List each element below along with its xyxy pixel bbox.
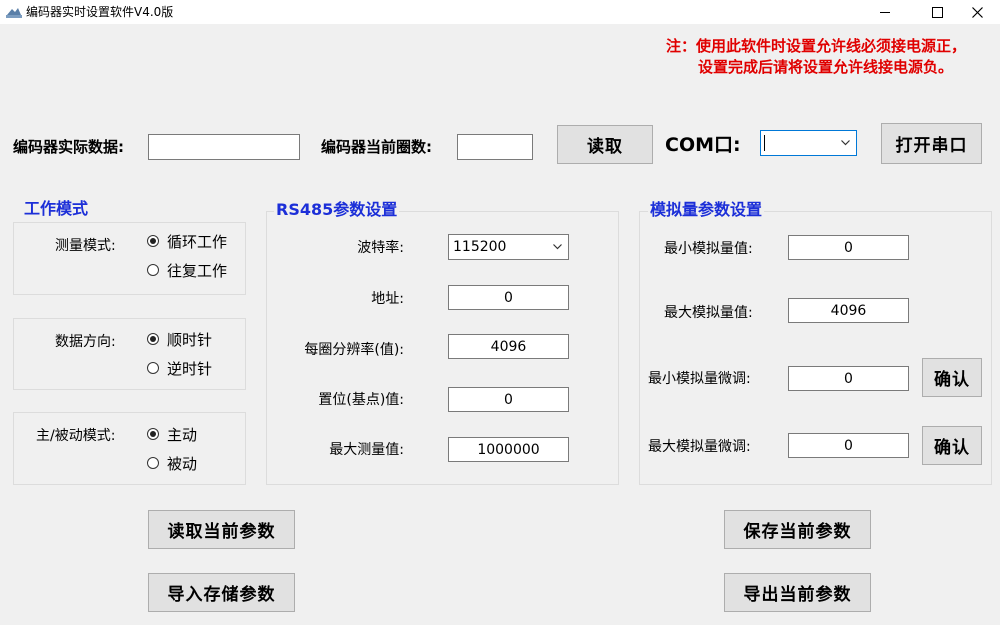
close-button[interactable] xyxy=(954,0,1000,24)
radio-counterclockwise-label: 逆时针 xyxy=(167,360,213,378)
open-port-button[interactable]: 打开串口 xyxy=(881,123,982,164)
chevron-down-icon xyxy=(841,140,850,146)
max-trim-confirm-button[interactable]: 确认 xyxy=(922,426,982,465)
circle-count-input[interactable] xyxy=(457,134,533,160)
max-trim-input[interactable]: 0 xyxy=(788,433,909,458)
radio-clockwise-label: 顺时针 xyxy=(167,331,213,349)
read-params-button[interactable]: 读取当前参数 xyxy=(148,510,295,549)
radio-indicator xyxy=(147,457,159,469)
max-analog-label: 最大模拟量值: xyxy=(664,305,753,321)
min-analog-label: 最小模拟量值: xyxy=(664,241,753,257)
actual-data-label: 编码器实际数据: xyxy=(13,138,124,156)
reset-value-input[interactable]: 0 xyxy=(448,387,569,412)
min-trim-label: 最小模拟量微调: xyxy=(648,371,751,387)
notice-line-2: 设置完成后请将设置允许线接电源负。 xyxy=(698,58,954,76)
max-measure-label: 最大测量值: xyxy=(329,442,404,458)
notice-line-1: 注：使用此软件时设置允许线必须接电源正， xyxy=(666,37,967,55)
baud-label: 波特率: xyxy=(357,240,404,256)
radio-indicator xyxy=(147,333,159,345)
minimize-icon xyxy=(880,11,890,13)
reset-value-label: 置位(基点)值: xyxy=(318,392,404,408)
address-input[interactable]: 0 xyxy=(448,285,569,310)
direction-box xyxy=(13,318,246,390)
export-params-button[interactable]: 导出当前参数 xyxy=(724,573,871,612)
max-trim-label: 最大模拟量微调: xyxy=(648,439,751,455)
maximize-icon xyxy=(931,6,943,18)
read-button[interactable]: 读取 xyxy=(557,125,653,164)
radio-reciprocating-label: 往复工作 xyxy=(167,262,228,280)
chevron-down-icon xyxy=(553,244,562,250)
active-mode-label: 主/被动模式: xyxy=(36,428,116,444)
window-title: 编码器实时设置软件V4.0版 xyxy=(26,5,174,19)
save-params-button[interactable]: 保存当前参数 xyxy=(724,510,871,549)
rs485-title: RS485参数设置 xyxy=(274,200,400,219)
radio-indicator xyxy=(147,235,159,247)
baud-select[interactable]: 115200 xyxy=(448,234,569,260)
radio-cyclic-label: 循环工作 xyxy=(167,233,228,251)
circle-count-label: 编码器当前圈数: xyxy=(321,138,432,156)
import-params-button[interactable]: 导入存储参数 xyxy=(148,573,295,612)
resolution-label: 每圈分辨率(值): xyxy=(304,342,404,358)
max-measure-input[interactable]: 1000000 xyxy=(448,437,569,462)
min-analog-input[interactable]: 0 xyxy=(788,235,909,260)
radio-passive-label: 被动 xyxy=(167,455,198,473)
close-icon xyxy=(971,6,983,18)
minimize-button[interactable] xyxy=(862,0,908,24)
measure-mode-label: 测量模式: xyxy=(55,238,116,254)
baud-value: 115200 xyxy=(453,239,507,255)
title-bar[interactable]: 编码器实时设置软件V4.0版 xyxy=(0,0,1000,24)
address-label: 地址: xyxy=(371,291,404,307)
active-mode-box xyxy=(13,412,246,485)
direction-label: 数据方向: xyxy=(55,334,116,350)
radio-indicator xyxy=(147,264,159,276)
analog-title: 模拟量参数设置 xyxy=(648,200,765,219)
actual-data-input[interactable] xyxy=(148,134,300,160)
max-analog-input[interactable]: 4096 xyxy=(788,298,909,323)
work-mode-title: 工作模式 xyxy=(22,199,91,218)
radio-active-label: 主动 xyxy=(167,426,198,444)
app-icon xyxy=(6,8,22,18)
radio-indicator xyxy=(147,362,159,374)
text-cursor xyxy=(764,135,765,151)
com-port-select[interactable] xyxy=(760,130,857,156)
min-trim-input[interactable]: 0 xyxy=(788,366,909,391)
resolution-input[interactable]: 4096 xyxy=(448,334,569,359)
radio-indicator xyxy=(147,428,159,440)
min-trim-confirm-button[interactable]: 确认 xyxy=(922,358,982,397)
com-label: COM口: xyxy=(665,134,741,156)
